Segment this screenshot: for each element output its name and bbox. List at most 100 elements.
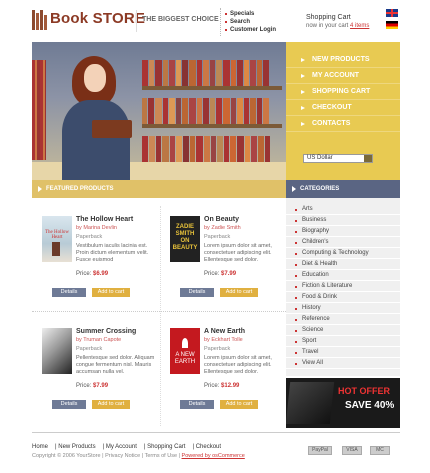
book-cover-image[interactable] (42, 328, 72, 374)
menu-new-products[interactable]: NEW PRODUCTS (286, 52, 400, 68)
menu-shopping-cart[interactable]: SHOPPING CART (286, 84, 400, 100)
product-author: by Marina Devlin (76, 225, 117, 231)
bullet-icon (295, 319, 297, 321)
candle-icon (182, 338, 188, 348)
arrow-right-icon (301, 122, 305, 126)
mastercard-icon: MC (370, 446, 390, 455)
featured-products-title: FEATURED PRODUCTS (46, 186, 114, 192)
category-label: Fiction & Literature (302, 283, 353, 289)
specials-link[interactable]: Specials (218, 10, 298, 18)
divider (160, 206, 161, 426)
book-cover-image[interactable]: A NEW EARTH (170, 328, 200, 374)
category-diet-health[interactable]: Diet & Health (286, 259, 400, 270)
german-flag-icon[interactable] (386, 21, 398, 29)
category-arts[interactable]: Arts (286, 204, 400, 215)
open-book-illustration (92, 120, 132, 138)
bullet-icon (295, 209, 297, 211)
category-childrens[interactable]: Children's (286, 237, 400, 248)
add-to-cart-button[interactable]: Add to cart (92, 400, 130, 409)
product-title[interactable]: On Beauty (204, 216, 239, 223)
category-history[interactable]: History (286, 303, 400, 314)
details-button[interactable]: Details (52, 288, 86, 297)
bullet-icon (295, 341, 297, 343)
product-format: Paperback (204, 346, 231, 352)
search-link[interactable]: Search (218, 18, 298, 26)
terms-link[interactable]: Terms of Use (145, 453, 177, 459)
add-to-cart-button[interactable]: Add to cart (220, 288, 258, 297)
paypal-icon: PayPal (308, 446, 332, 455)
product-card: Summer Crossing by Truman Capote Paperba… (38, 324, 160, 424)
product-price: Price: $7.99 (76, 383, 108, 389)
hot-offer-title: HOT OFFER (338, 386, 390, 396)
price-label: Price: (76, 271, 92, 277)
product-card: ZADIE SMITH ON BEAUTY On Beauty by Zadie… (166, 212, 288, 312)
menu-my-account[interactable]: MY ACCOUNT (286, 68, 400, 84)
privacy-link[interactable]: Privacy Notice (105, 453, 140, 459)
details-button[interactable]: Details (52, 400, 86, 409)
product-title[interactable]: Summer Crossing (76, 328, 136, 335)
add-to-cart-button[interactable]: Add to cart (92, 288, 130, 297)
footer-link-shopping-cart[interactable]: Shopping Cart (147, 444, 185, 450)
category-label: Computing & Technology (302, 250, 369, 256)
details-button[interactable]: Details (180, 400, 214, 409)
category-sport[interactable]: Sport (286, 336, 400, 347)
category-label: Reference (302, 316, 330, 322)
category-business[interactable]: Business (286, 215, 400, 226)
product-title[interactable]: A New Earth (204, 328, 245, 335)
bullet-icon (295, 242, 297, 244)
bullet-icon (295, 253, 297, 255)
details-button[interactable]: Details (180, 288, 214, 297)
category-travel[interactable]: Travel (286, 347, 400, 358)
arrow-right-icon (301, 90, 305, 94)
arrow-right-icon (301, 58, 305, 62)
category-label: Food & Drink (302, 294, 338, 300)
add-to-cart-button[interactable]: Add to cart (220, 400, 258, 409)
category-view-all[interactable]: View All (286, 358, 400, 369)
bullet-icon (295, 352, 297, 354)
product-title[interactable]: The Hollow Heart (76, 216, 133, 223)
category-education[interactable]: Education (286, 270, 400, 281)
footer-nav: Home | New Products | My Account | Shopping… (32, 444, 222, 450)
category-food-drink[interactable]: Food & Drink (286, 292, 400, 303)
powered-by-link[interactable]: Powered by osCommerce (182, 453, 245, 459)
book-cover-image[interactable]: The Hollow Heart (42, 216, 72, 262)
footer-link-home[interactable]: Home (32, 444, 48, 450)
category-reference[interactable]: Reference (286, 314, 400, 325)
cart-title[interactable]: Shopping Cart (306, 14, 351, 21)
product-description: Vestibulum iaculis lacinia est. Proin di… (76, 243, 149, 263)
cart-items-link[interactable]: 4 items (350, 23, 369, 29)
category-fiction[interactable]: Fiction & Literature (286, 281, 400, 292)
english-flag-icon[interactable] (386, 9, 398, 17)
price-value: $7.99 (221, 271, 237, 277)
footer-link-new-products[interactable]: New Products (58, 444, 95, 450)
category-computing[interactable]: Computing & Technology (286, 248, 400, 259)
cover-text: A NEW EARTH (174, 352, 196, 365)
menu-checkout[interactable]: CHECKOUT (286, 100, 400, 116)
store-logo[interactable]: Book STORE (50, 10, 145, 27)
tagline: THE BIGGEST CHOICE (142, 16, 219, 23)
cover-text: ZADIE SMITH ON BEAUTY (172, 224, 198, 251)
category-label: Biography (302, 228, 330, 234)
customer-login-link[interactable]: Customer Login (218, 26, 298, 34)
menu-label: MY ACCOUNT (312, 72, 360, 79)
footer-link-my-account[interactable]: My Account (106, 444, 137, 450)
arrow-right-icon (301, 74, 305, 78)
bullet-icon (295, 308, 297, 310)
category-label: Business (302, 217, 327, 223)
currency-select[interactable]: US Dollar (303, 154, 373, 163)
book-cover-image[interactable]: ZADIE SMITH ON BEAUTY (170, 216, 200, 262)
product-author: by Eckhart Tolle (204, 337, 243, 343)
category-label: Education (302, 272, 329, 278)
side-books-illustration (32, 60, 46, 160)
category-biography[interactable]: Biography (286, 226, 400, 237)
divider (136, 10, 137, 32)
bullet-icon (295, 297, 297, 299)
price-label: Price: (204, 383, 220, 389)
footer-link-checkout[interactable]: Checkout (196, 444, 221, 450)
menu-label: SHOPPING CART (312, 88, 371, 95)
menu-contacts[interactable]: CONTACTS (286, 116, 400, 132)
bullet-icon (295, 231, 297, 233)
copyright-line: Copyright © 2006 YourStore | Privacy Not… (32, 453, 245, 459)
product-description: Lorem ipsum dolor sit amet, consectetuer… (204, 243, 272, 263)
category-science[interactable]: Science (286, 325, 400, 336)
